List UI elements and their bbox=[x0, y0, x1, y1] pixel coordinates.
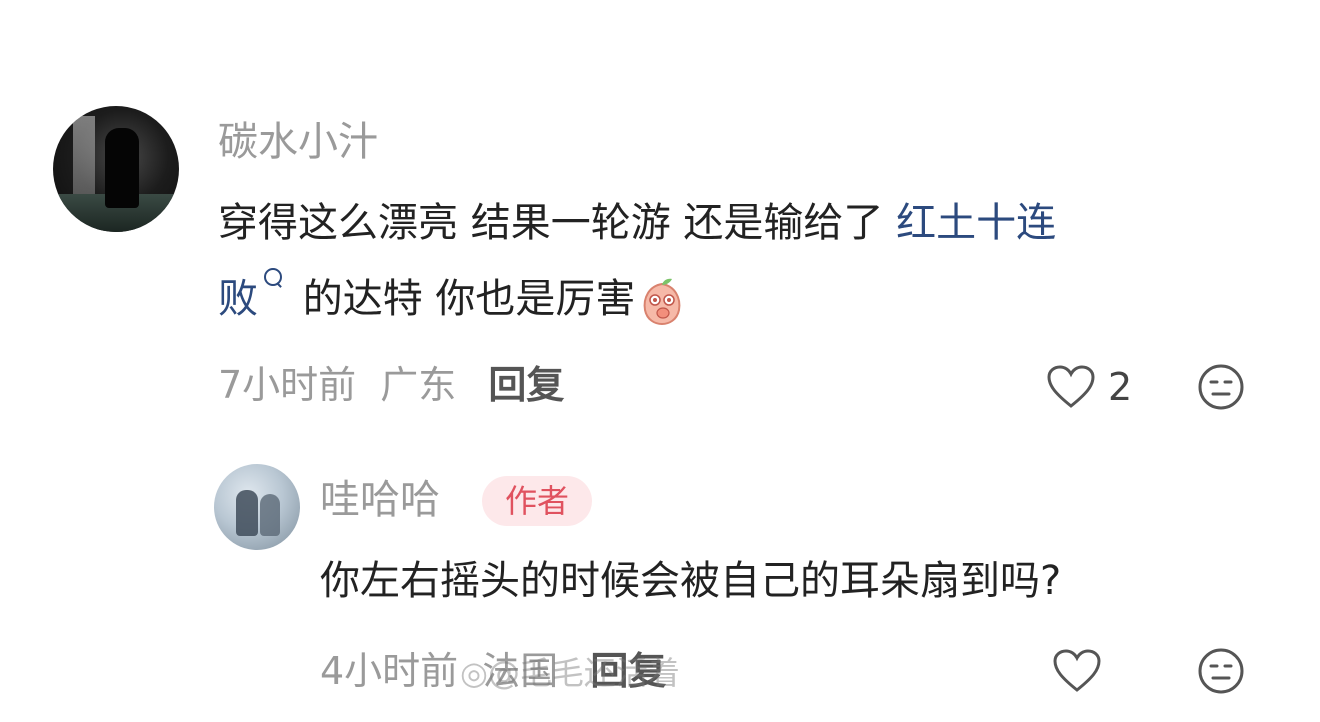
comment-text-part: 穿得这么漂亮 结果一轮游 还是输给了 bbox=[218, 200, 897, 246]
avatar[interactable] bbox=[53, 106, 179, 232]
peach-sticker-icon bbox=[644, 278, 681, 326]
comment-text-part: 的达特 你也是厉害 bbox=[290, 276, 636, 322]
heart-icon[interactable] bbox=[1052, 648, 1102, 694]
watermark-text: @毛毛还活着 bbox=[487, 654, 680, 692]
dislike-face-icon[interactable] bbox=[1196, 362, 1246, 412]
watermark: ◎@毛毛还活着 bbox=[460, 648, 680, 694]
timestamp: 4小时前 bbox=[320, 649, 459, 693]
dislike-face-icon[interactable] bbox=[1196, 646, 1246, 696]
like-count: 2 bbox=[1108, 365, 1133, 409]
search-icon[interactable] bbox=[264, 268, 282, 286]
comment-text: 你左右摇头的时候会被自己的耳朵扇到吗? bbox=[320, 558, 1062, 604]
comment-text-line2: 败 的达特 你也是厉害 bbox=[218, 262, 685, 336]
avatar-photo-figure bbox=[260, 494, 280, 536]
username[interactable]: 碳水小汁 bbox=[218, 122, 378, 162]
avatar[interactable] bbox=[214, 464, 300, 550]
topic-link[interactable]: 红土十连 bbox=[896, 200, 1056, 246]
avatar-photo-figure bbox=[105, 128, 139, 208]
author-badge: 作者 bbox=[482, 476, 592, 526]
username[interactable]: 哇哈哈 bbox=[320, 480, 440, 520]
comment-meta: 7小时前 广东 回复 bbox=[218, 366, 564, 404]
heart-icon[interactable] bbox=[1046, 364, 1096, 410]
topic-link-end[interactable]: 败 bbox=[218, 276, 258, 322]
location: 广东 bbox=[380, 363, 457, 407]
avatar-photo-figure bbox=[236, 490, 258, 536]
comment-text: 穿得这么漂亮 结果一轮游 还是输给了 红土十连 bbox=[218, 186, 1056, 260]
timestamp: 7小时前 bbox=[218, 363, 357, 407]
weibo-logo-icon: ◎ bbox=[460, 654, 488, 692]
reply-button[interactable]: 回复 bbox=[488, 363, 564, 407]
